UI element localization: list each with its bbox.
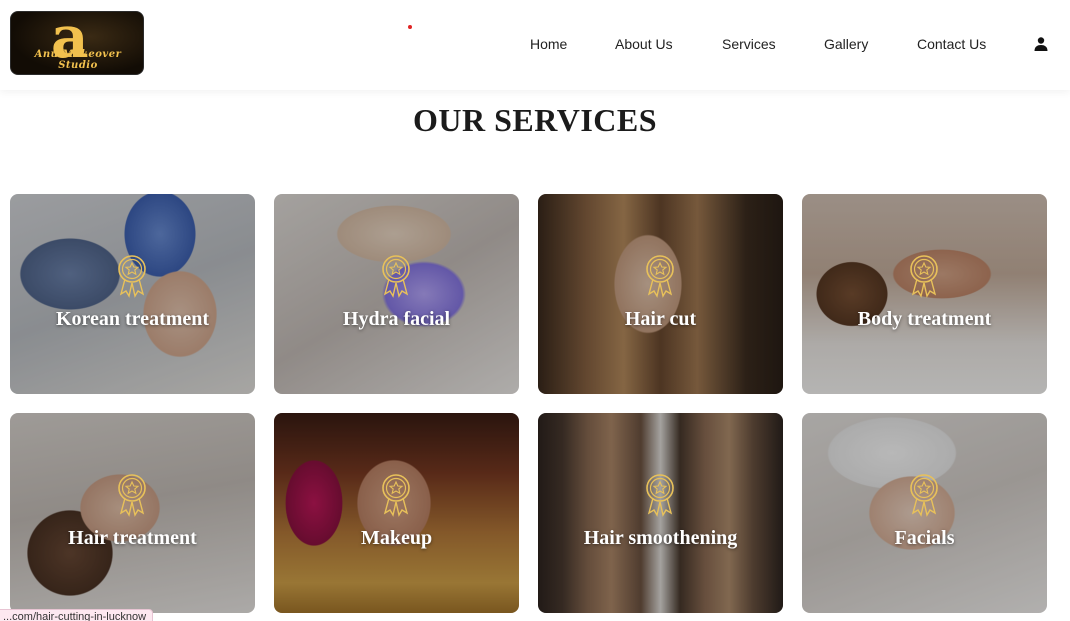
status-bar-url: ...com/hair-cutting-in-lucknow: [0, 609, 154, 621]
award-badge-icon: [646, 255, 674, 298]
service-card-hair-cut[interactable]: Hair cut: [538, 194, 783, 394]
service-card-body-treatment[interactable]: Body treatment: [802, 194, 1047, 394]
service-label: Body treatment: [857, 308, 992, 330]
nav-contact-us[interactable]: Contact Us: [917, 36, 986, 54]
award-badge-icon: [118, 255, 146, 298]
service-card-hair-treatment[interactable]: Hair treatment: [10, 413, 255, 613]
service-card-facials[interactable]: Facials: [802, 413, 1047, 613]
logo-text: Anu Makeover Studio: [34, 49, 122, 71]
nav-about-us[interactable]: About Us: [615, 36, 673, 54]
service-label: Korean treatment: [55, 308, 210, 330]
nav-services[interactable]: Services: [722, 36, 776, 54]
service-label: Hair smoothening: [583, 527, 738, 549]
award-badge-icon: [118, 474, 146, 517]
service-label: Hydra facial: [342, 308, 451, 330]
service-card-korean-treatment[interactable]: Korean treatment: [10, 194, 255, 394]
nav-home[interactable]: Home: [530, 36, 567, 54]
section-title: OUR SERVICES: [412, 102, 658, 138]
service-card-hair-smoothening[interactable]: Hair smoothening: [538, 413, 783, 613]
site-header: a Anu Makeover Studio Home About Us Serv…: [0, 0, 1070, 90]
user-icon[interactable]: [1033, 36, 1049, 52]
service-card-hydra-facial[interactable]: Hydra facial: [274, 194, 519, 394]
service-label: Facials: [894, 527, 955, 549]
award-badge-icon: [910, 255, 938, 298]
award-badge-icon: [382, 474, 410, 517]
nav-gallery[interactable]: Gallery: [824, 36, 868, 54]
award-badge-icon: [646, 474, 674, 517]
indicator-dot: [408, 25, 412, 29]
award-badge-icon: [382, 255, 410, 298]
service-card-makeup[interactable]: Makeup: [274, 413, 519, 613]
service-label: Makeup: [360, 527, 433, 549]
service-label: Hair cut: [624, 308, 697, 330]
service-label: Hair treatment: [68, 527, 197, 549]
award-badge-icon: [910, 474, 938, 517]
logo[interactable]: a Anu Makeover Studio: [10, 11, 144, 75]
